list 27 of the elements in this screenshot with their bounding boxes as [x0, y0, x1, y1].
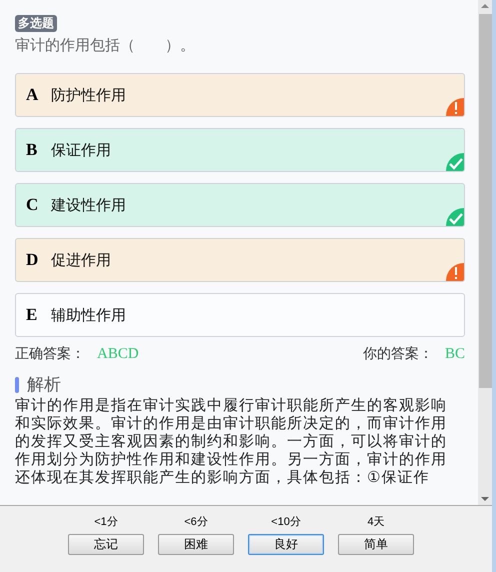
check-icon: [446, 208, 464, 226]
interval-label: <10分: [271, 515, 301, 529]
answer-option[interactable]: B 保证作用: [15, 128, 465, 172]
rating-button[interactable]: 忘记: [68, 534, 144, 555]
your-answer-label: 你的答案：: [362, 346, 433, 362]
analysis-heading: 解析: [27, 374, 61, 396]
interval-label: <1分: [94, 515, 118, 529]
analysis-text: 审计的作用是指在审计实践中履行审计职能所产生的客观影响和实际效果。审计的作用是由审计职能所决定的，而审计作用的发挥又受主客观因素的制约和影响。一方面，可以将审计的作用划分为防护性作用和建设性作用。另一方面，审计的作用还体现在其发挥职能产生的影响方面，具体包括：①保证作: [15, 396, 448, 486]
correct-answer-label: 正确答案：: [15, 346, 85, 362]
your-answer-value: BC: [444, 346, 465, 362]
question-type-badge: 多选题: [15, 15, 57, 32]
answer-option[interactable]: E 辅助性作用: [15, 293, 465, 337]
exclamation-icon: [446, 98, 464, 116]
correct-answer-value: ABCD: [97, 346, 139, 362]
answer-option[interactable]: C 建设性作用: [15, 183, 465, 227]
interval-label: 4天: [367, 515, 385, 529]
scrollbar[interactable]: [478, 0, 492, 505]
answer-option[interactable]: D 促进作用: [15, 238, 465, 282]
rating-button[interactable]: 良好: [248, 534, 324, 555]
interval-label: <6分: [184, 515, 208, 529]
exclamation-icon: [446, 263, 464, 281]
question-text: 审计的作用包括（ ）。: [15, 36, 196, 55]
answer-option[interactable]: A 防护性作用: [15, 73, 465, 117]
rating-button[interactable]: 困难: [158, 534, 234, 555]
section-marker: [15, 376, 19, 392]
rating-button[interactable]: 简单: [338, 534, 414, 555]
check-icon: [446, 153, 464, 171]
